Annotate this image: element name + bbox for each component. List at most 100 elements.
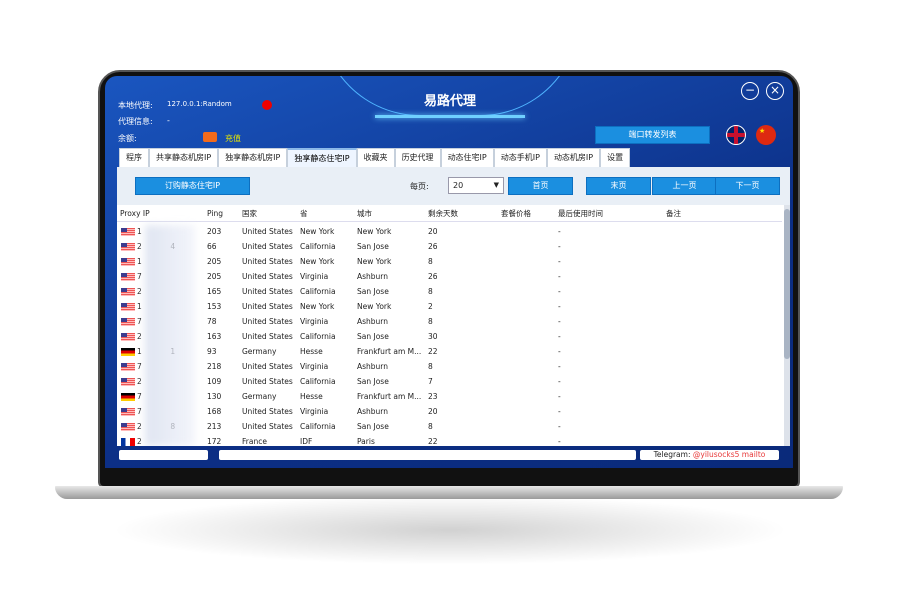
cell-ping: 205: [207, 272, 222, 281]
local-proxy-value: 127.0.0.1:Random: [167, 100, 232, 108]
column-header[interactable]: 国家: [242, 205, 257, 222]
status-field-1: [119, 450, 208, 460]
prev-page-button[interactable]: 上一页: [652, 177, 717, 195]
tab-4[interactable]: 收藏夹: [356, 148, 395, 167]
de-flag-icon: [121, 348, 135, 356]
column-header[interactable]: 剩余天数: [428, 205, 458, 222]
us-flag-icon: [121, 288, 135, 296]
table-row[interactable]: 2 466United StatesCaliforniaSan Jose26-: [117, 239, 782, 254]
tab-9[interactable]: 设置: [600, 148, 631, 167]
table-row[interactable]: 2 109 United States California San Jose 7 -: [117, 374, 782, 389]
tab-6[interactable]: 动态住宅IP: [440, 148, 494, 167]
vertical-scrollbar[interactable]: [784, 205, 790, 446]
cell-state: California: [300, 377, 336, 386]
cell-city: Ashburn: [357, 362, 389, 371]
cell-ip: 2: [137, 332, 142, 341]
table-row[interactable]: 2 163 United States California San Jose 30 -: [117, 329, 782, 344]
cell-days: 22: [428, 347, 438, 356]
recharge-link[interactable]: 充值: [225, 133, 241, 144]
status-dot-icon: [262, 100, 272, 110]
column-header[interactable]: 套餐价格: [501, 205, 531, 222]
tab-3[interactable]: 独享静态住宅IP: [287, 148, 357, 167]
table-row[interactable]: 7 78 United States Virginia Ashburn 8 -: [117, 314, 782, 329]
table-row[interactable]: 7 168 United States Virginia Ashburn 20 -: [117, 404, 782, 419]
cell-country: Germany: [242, 392, 277, 401]
cell-country: United States: [242, 242, 293, 251]
telegram-handle-link[interactable]: @yilusocks5: [693, 450, 740, 459]
table-row[interactable]: 7 218 United States Virginia Ashburn 8 -: [117, 359, 782, 374]
last-page-button[interactable]: 末页: [586, 177, 651, 195]
cell-last: -: [558, 347, 561, 356]
chinese-flag-icon[interactable]: ★: [756, 125, 776, 145]
table-row[interactable]: 1 205 United States New York New York 8 -: [117, 254, 782, 269]
cell-last: -: [558, 362, 561, 371]
ip-redaction-blur: [145, 225, 195, 446]
tab-1[interactable]: 共享静态机房IP: [149, 148, 219, 167]
minimize-icon[interactable]: −: [741, 82, 759, 100]
cell-days: 30: [428, 332, 438, 341]
column-header[interactable]: 备注: [666, 205, 681, 222]
cell-ping: 93: [207, 347, 217, 356]
port-forward-list-button[interactable]: 端口转发列表: [595, 126, 710, 144]
cell-ping: 218: [207, 362, 222, 371]
table-row[interactable]: 2 172 France IDF Paris 22 -: [117, 434, 782, 446]
cell-last: -: [558, 302, 561, 311]
tab-7[interactable]: 动态手机IP: [493, 148, 547, 167]
per-page-value: 20: [453, 181, 464, 190]
cell-city: Ashburn: [357, 407, 389, 416]
us-flag-icon: [121, 243, 135, 251]
us-flag-icon: [121, 423, 135, 431]
cell-ip: 7: [137, 362, 142, 371]
cell-days: 8: [428, 317, 433, 326]
cell-ip: 7: [137, 272, 142, 281]
cell-country: United States: [242, 362, 293, 371]
cell-days: 20: [428, 227, 438, 236]
next-page-button[interactable]: 下一页: [715, 177, 780, 195]
per-page-label: 每页:: [410, 182, 429, 191]
table-row[interactable]: 7 205 United States Virginia Ashburn 26 -: [117, 269, 782, 284]
column-header[interactable]: 最后使用时间: [558, 205, 603, 222]
cell-last: -: [558, 317, 561, 326]
cell-state: New York: [300, 257, 335, 266]
cell-ping: 163: [207, 332, 222, 341]
table-row[interactable]: 1 193GermanyHesseFrankfurt am M...22-: [117, 344, 782, 359]
cell-days: 8: [428, 287, 433, 296]
cell-city: Frankfurt am M...: [357, 347, 422, 356]
scrollbar-thumb[interactable]: [784, 209, 790, 359]
table-row[interactable]: 7 130 Germany Hesse Frankfurt am M... 23 -: [117, 389, 782, 404]
per-page-select[interactable]: 20 ▼: [448, 177, 504, 194]
cell-state: California: [300, 242, 336, 251]
column-header[interactable]: Proxy IP: [120, 205, 150, 222]
cell-last: -: [558, 287, 561, 296]
us-flag-icon: [121, 303, 135, 311]
mailto-link[interactable]: mailto: [742, 450, 766, 459]
column-header[interactable]: 城市: [357, 205, 372, 222]
english-flag-icon[interactable]: [726, 125, 746, 145]
tab-0[interactable]: 程序: [119, 148, 149, 167]
tab-5[interactable]: 历史代理: [394, 148, 441, 167]
tab-2[interactable]: 独享静态机房IP: [218, 148, 288, 167]
buy-static-residential-ip-button[interactable]: 订购静态住宅IP: [135, 177, 250, 195]
table-row[interactable]: 2 165 United States California San Jose 8 -: [117, 284, 782, 299]
cell-ping: 172: [207, 437, 222, 446]
cell-last: -: [558, 272, 561, 281]
close-icon[interactable]: ×: [766, 82, 784, 100]
cell-ip: 2: [137, 287, 142, 296]
app-window: 易路代理 − × 本地代理: 127.0.0.1:Random 代理信息: - …: [105, 76, 793, 468]
table-row[interactable]: 2 8213United StatesCaliforniaSan Jose8-: [117, 419, 782, 434]
table-row[interactable]: 1 203 United States New York New York 20 -: [117, 224, 782, 239]
column-header[interactable]: 省: [300, 205, 308, 222]
proxy-info-value: -: [167, 116, 170, 125]
table-row[interactable]: 1 153 United States New York New York 2 -: [117, 299, 782, 314]
cell-country: United States: [242, 422, 293, 431]
cell-ip: 2: [137, 377, 142, 386]
tab-8[interactable]: 动态机房IP: [546, 148, 601, 167]
us-flag-icon: [121, 318, 135, 326]
cell-country: United States: [242, 257, 293, 266]
column-header[interactable]: Ping: [207, 205, 223, 222]
balance-label: 余额:: [118, 134, 137, 143]
cell-country: United States: [242, 287, 293, 296]
cell-city: San Jose: [357, 377, 389, 386]
chevron-down-icon: ▼: [493, 181, 499, 189]
first-page-button[interactable]: 首页: [508, 177, 573, 195]
